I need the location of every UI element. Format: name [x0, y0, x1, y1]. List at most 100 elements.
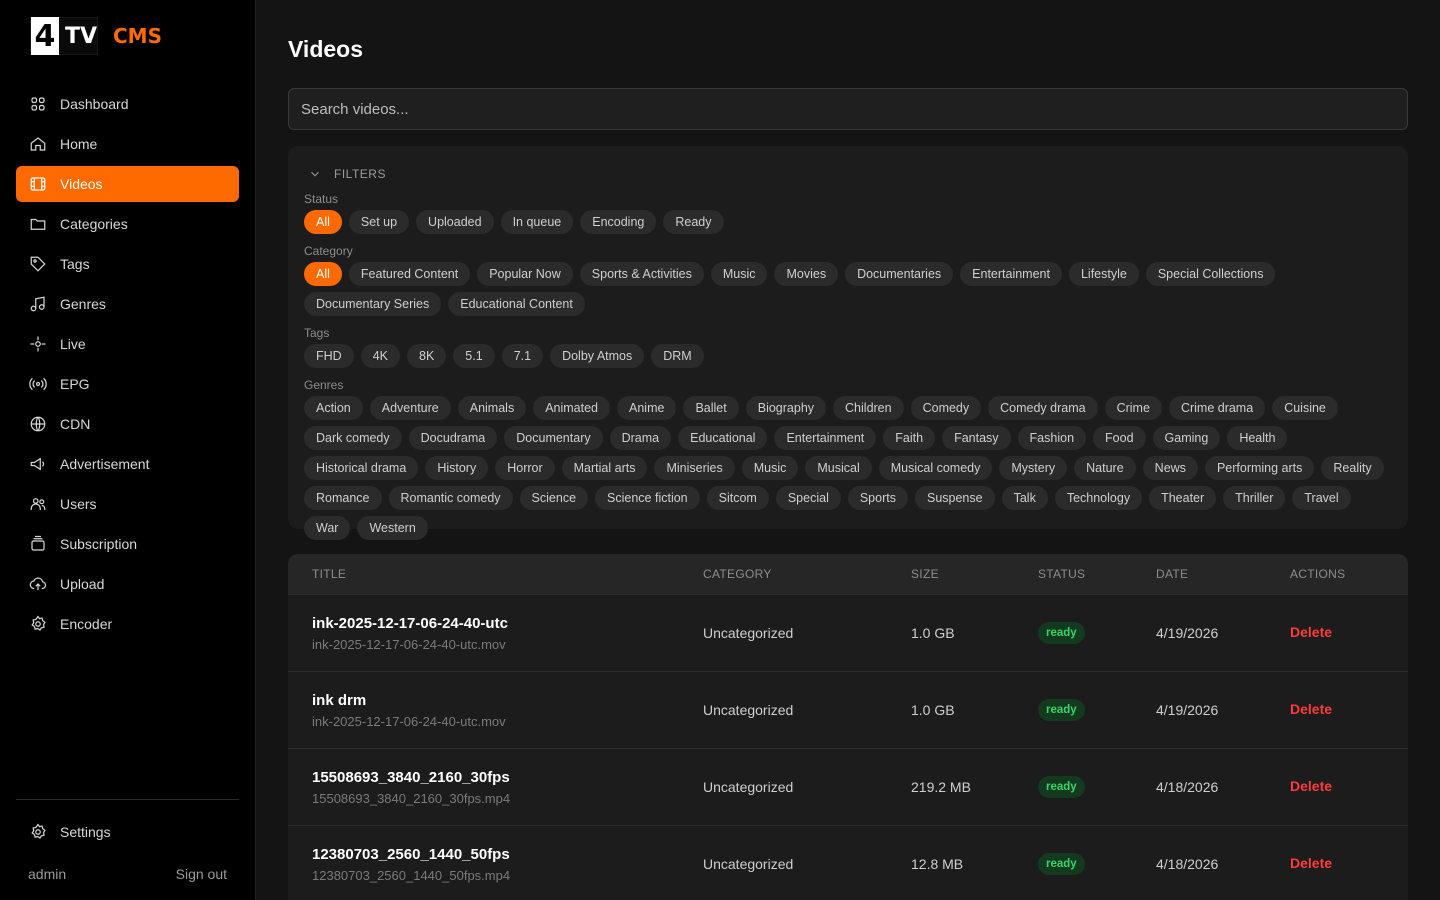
category-chip[interactable]: Educational Content — [448, 292, 585, 316]
category-chip[interactable]: Featured Content — [348, 262, 471, 286]
column-header-category[interactable]: CATEGORY — [703, 567, 911, 581]
sign-out-link[interactable]: Sign out — [176, 866, 227, 882]
genres-chip[interactable]: Special — [775, 486, 841, 510]
genres-chip[interactable]: Health — [1227, 426, 1288, 450]
video-title[interactable]: 12380703_2560_1440_50fps — [312, 846, 703, 863]
genres-chip[interactable]: Food — [1093, 426, 1146, 450]
genres-chip[interactable]: Thriller — [1223, 486, 1286, 510]
genres-chip[interactable]: Gaming — [1152, 426, 1221, 450]
genres-chip[interactable]: Performing arts — [1204, 456, 1315, 480]
tags-chip[interactable]: Dolby Atmos — [550, 344, 645, 368]
category-chip[interactable]: Music — [710, 262, 768, 286]
genres-chip[interactable]: Animals — [457, 396, 527, 420]
genres-chip[interactable]: Miniseries — [654, 456, 735, 480]
filters-toggle[interactable]: FILTERS — [308, 160, 1392, 188]
genres-chip[interactable]: Faith — [883, 426, 936, 450]
genres-chip[interactable]: Adventure — [369, 396, 451, 420]
tags-chip[interactable]: 8K — [407, 344, 447, 368]
genres-chip[interactable]: Suspense — [914, 486, 995, 510]
genres-chip[interactable]: Reality — [1321, 456, 1384, 480]
table-row[interactable]: 12380703_2560_1440_50fps 12380703_2560_14… — [288, 825, 1408, 900]
genres-chip[interactable]: Biography — [745, 396, 827, 420]
genres-chip[interactable]: Fantasy — [942, 426, 1011, 450]
sidebar-item-subscription[interactable]: Subscription — [16, 526, 239, 562]
genres-chip[interactable]: Musical comedy — [878, 456, 993, 480]
category-chip[interactable]: Special Collections — [1145, 262, 1276, 286]
delete-button[interactable]: Delete — [1290, 855, 1332, 871]
genres-chip[interactable]: Sitcom — [706, 486, 769, 510]
genres-chip[interactable]: Talk — [1001, 486, 1048, 510]
genres-chip[interactable]: Music — [741, 456, 799, 480]
genres-chip[interactable]: Docudrama — [408, 426, 498, 450]
sidebar-item-upload[interactable]: Upload — [16, 566, 239, 602]
status-chip[interactable]: All — [304, 210, 342, 234]
genres-chip[interactable]: Documentary — [504, 426, 603, 450]
tags-chip[interactable]: 4K — [360, 344, 400, 368]
status-chip[interactable]: Uploaded — [416, 210, 494, 234]
status-chip[interactable]: Encoding — [580, 210, 657, 234]
tags-chip[interactable]: FHD — [304, 344, 354, 368]
genres-chip[interactable]: Comedy — [910, 396, 982, 420]
sidebar-item-dashboard[interactable]: Dashboard — [16, 86, 239, 122]
genres-chip[interactable]: Musical — [805, 456, 872, 480]
tags-chip[interactable]: DRM — [651, 344, 704, 368]
genres-chip[interactable]: Dark comedy — [304, 426, 402, 450]
video-title[interactable]: ink-2025-12-17-06-24-40-utc — [312, 615, 703, 632]
sidebar-item-settings[interactable]: Settings — [16, 814, 239, 850]
sidebar-item-epg[interactable]: EPG — [16, 366, 239, 402]
genres-chip[interactable]: Children — [833, 396, 904, 420]
search-input[interactable] — [288, 88, 1408, 130]
video-title[interactable]: 15508693_3840_2160_30fps — [312, 769, 703, 786]
delete-button[interactable]: Delete — [1290, 624, 1332, 640]
genres-chip[interactable]: History — [425, 456, 489, 480]
column-header-status[interactable]: STATUS — [1038, 567, 1156, 581]
genres-chip[interactable]: Ballet — [683, 396, 739, 420]
status-chip[interactable]: Ready — [663, 210, 724, 234]
sidebar-item-encoder[interactable]: Encoder — [16, 606, 239, 642]
sidebar-item-live[interactable]: Live — [16, 326, 239, 362]
genres-chip[interactable]: Science — [519, 486, 589, 510]
sidebar-item-cdn[interactable]: CDN — [16, 406, 239, 442]
status-chip[interactable]: In queue — [500, 210, 574, 234]
sidebar-item-genres[interactable]: Genres — [16, 286, 239, 322]
sidebar-item-users[interactable]: Users — [16, 486, 239, 522]
genres-chip[interactable]: Fashion — [1017, 426, 1087, 450]
category-chip[interactable]: All — [304, 262, 342, 286]
table-row[interactable]: ink-2025-12-17-06-24-40-utc ink-2025-12-1… — [288, 594, 1408, 671]
genres-chip[interactable]: Science fiction — [595, 486, 700, 510]
genres-chip[interactable]: Crime — [1104, 396, 1162, 420]
category-chip[interactable]: Movies — [774, 262, 839, 286]
delete-button[interactable]: Delete — [1290, 778, 1332, 794]
sidebar-item-categories[interactable]: Categories — [16, 206, 239, 242]
genres-chip[interactable]: Animated — [533, 396, 611, 420]
sidebar-item-tags[interactable]: Tags — [16, 246, 239, 282]
genres-chip[interactable]: Historical drama — [304, 456, 419, 480]
column-header-date[interactable]: DATE — [1156, 567, 1290, 581]
video-title[interactable]: ink drm — [312, 692, 703, 709]
genres-chip[interactable]: Theater — [1149, 486, 1217, 510]
category-chip[interactable]: Documentary Series — [304, 292, 442, 316]
category-chip[interactable]: Popular Now — [477, 262, 573, 286]
genres-chip[interactable]: Romantic comedy — [388, 486, 513, 510]
table-row[interactable]: 15508693_3840_2160_30fps 15508693_3840_21… — [288, 748, 1408, 825]
sidebar-item-advertisement[interactable]: Advertisement — [16, 446, 239, 482]
genres-chip[interactable]: Technology — [1054, 486, 1143, 510]
genres-chip[interactable]: Sports — [847, 486, 908, 510]
genres-chip[interactable]: Drama — [609, 426, 672, 450]
logo[interactable]: 4 TV CMS — [30, 17, 162, 55]
genres-chip[interactable]: Romance — [304, 486, 382, 510]
category-chip[interactable]: Entertainment — [960, 262, 1062, 286]
tags-chip[interactable]: 7.1 — [501, 344, 544, 368]
genres-chip[interactable]: Educational — [678, 426, 768, 450]
genres-chip[interactable]: Action — [304, 396, 363, 420]
category-chip[interactable]: Lifestyle — [1068, 262, 1139, 286]
genres-chip[interactable]: Comedy drama — [988, 396, 1098, 420]
sidebar-item-videos[interactable]: Videos — [16, 166, 239, 202]
column-header-title[interactable]: TITLE — [288, 567, 703, 581]
genres-chip[interactable]: Martial arts — [561, 456, 648, 480]
genres-chip[interactable]: Nature — [1074, 456, 1136, 480]
status-chip[interactable]: Set up — [348, 210, 410, 234]
genres-chip[interactable]: Travel — [1292, 486, 1351, 510]
genres-chip[interactable]: Western — [357, 516, 428, 540]
genres-chip[interactable]: Anime — [617, 396, 677, 420]
